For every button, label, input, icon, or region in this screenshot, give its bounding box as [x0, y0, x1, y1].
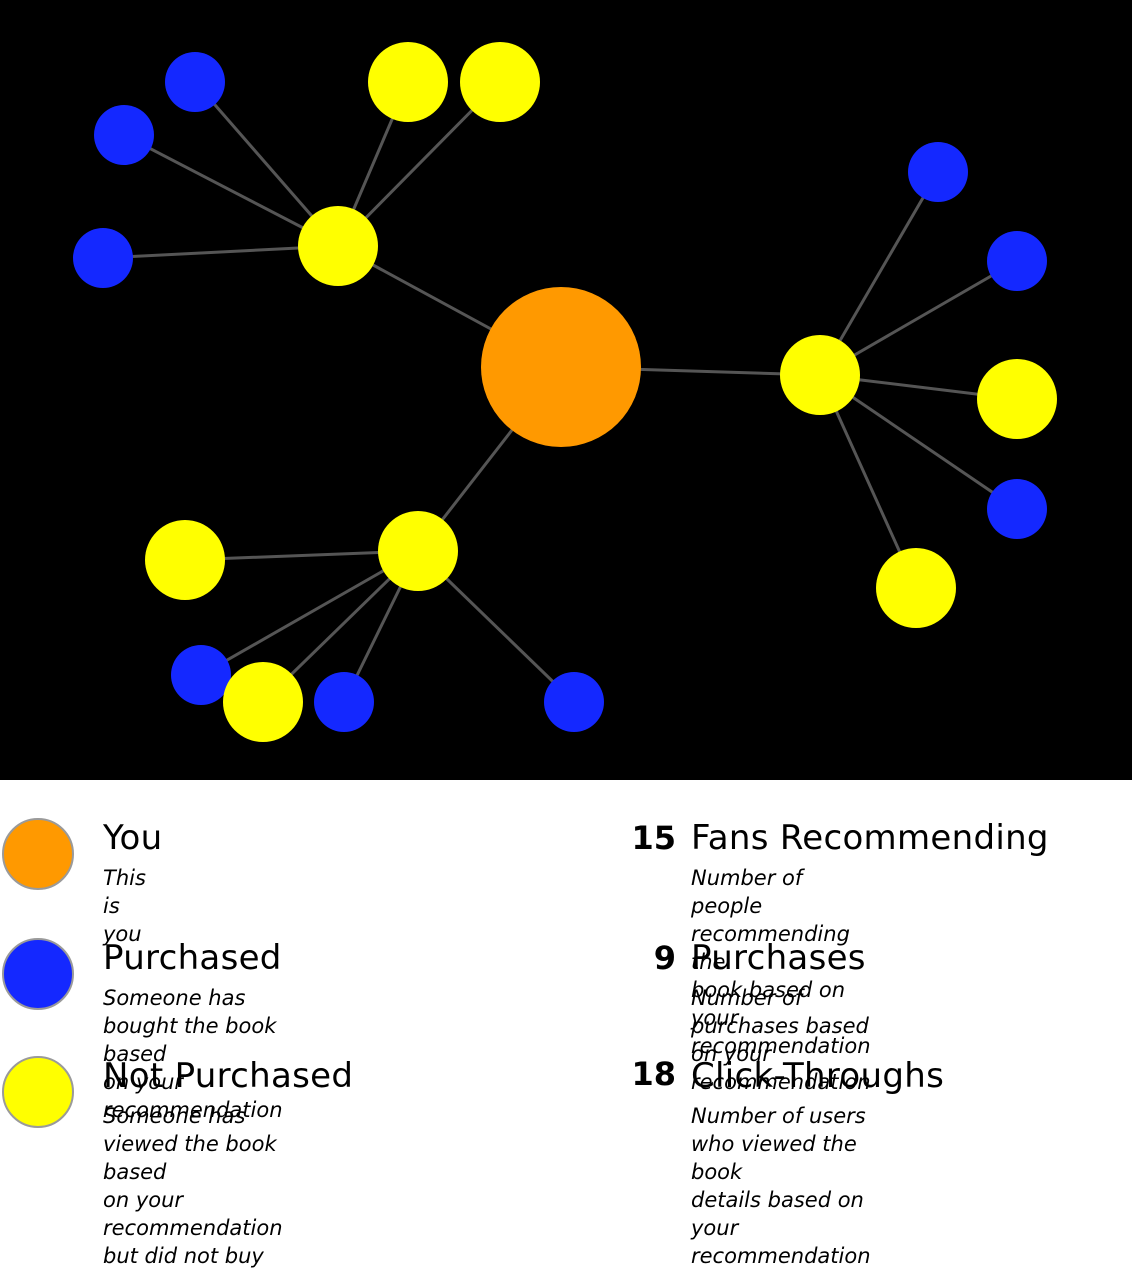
purchased-node — [987, 231, 1047, 291]
you-swatch-icon — [2, 818, 74, 890]
stat-purchases-value: 9 — [653, 939, 676, 977]
stat-fans-value: 15 — [631, 819, 676, 857]
you-node — [481, 287, 641, 447]
legend-not-purchased-title: Not Purchased — [103, 1056, 354, 1096]
stat-clicks-value: 18 — [631, 1055, 676, 1093]
stat-purchases-label: Purchases — [691, 938, 866, 978]
purchased-node — [908, 142, 968, 202]
hub-node — [298, 206, 378, 286]
hub-node — [780, 335, 860, 415]
purchased-swatch-icon — [2, 938, 74, 1010]
purchased-node — [314, 672, 374, 732]
legend-you-title: You — [103, 818, 163, 858]
stat-clicks-desc: Number of users who viewed the book deta… — [691, 1104, 871, 1268]
graph-canvas — [73, 42, 1057, 742]
purchased-node — [94, 105, 154, 165]
not-purchased-node — [368, 42, 448, 122]
not-purchased-node — [460, 42, 540, 122]
legend-not-purchased-desc: Someone has viewed the book based on you… — [103, 1104, 283, 1268]
purchased-node — [73, 228, 133, 288]
not-purchased-node — [223, 662, 303, 742]
purchased-node — [171, 645, 231, 705]
stat-fans-label: Fans Recommending — [691, 818, 1049, 858]
not-purchased-swatch-icon — [2, 1056, 74, 1128]
purchased-node — [544, 672, 604, 732]
not-purchased-node — [977, 359, 1057, 439]
purchased-node — [987, 479, 1047, 539]
hub-node — [378, 511, 458, 591]
stat-clicks-label: Click-Throughs — [691, 1056, 945, 1096]
not-purchased-node — [876, 548, 956, 628]
legend-purchased-title: Purchased — [103, 938, 282, 978]
purchased-node — [165, 52, 225, 112]
referral-graph — [0, 0, 1132, 780]
not-purchased-node — [145, 520, 225, 600]
legend-you-desc: This is you — [103, 866, 146, 946]
